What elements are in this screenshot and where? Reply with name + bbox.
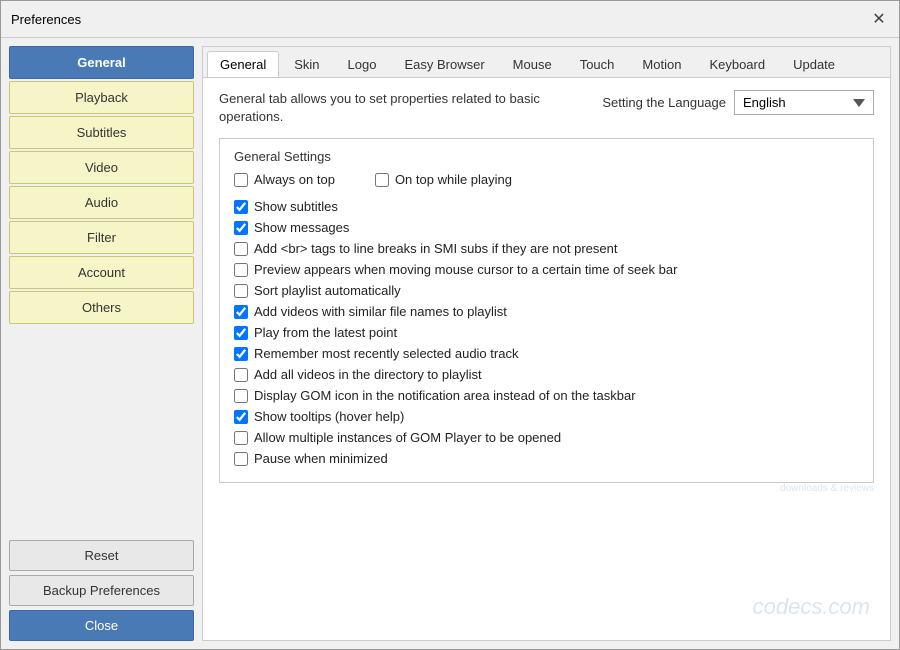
add-videos-similar-label: Add videos with similar file names to pl… bbox=[254, 304, 507, 319]
tab-bar: General Skin Logo Easy Browser Mouse Tou… bbox=[203, 47, 890, 78]
sidebar-item-audio[interactable]: Audio bbox=[9, 186, 194, 219]
checkbox-add-all-videos[interactable]: Add all videos in the directory to playl… bbox=[234, 367, 859, 382]
settings-group: General Settings Always on top On top wh… bbox=[219, 138, 874, 483]
show-tooltips-checkbox[interactable] bbox=[234, 410, 248, 424]
sidebar-item-playback[interactable]: Playback bbox=[9, 81, 194, 114]
tab-skin[interactable]: Skin bbox=[281, 51, 332, 77]
checkbox-add-videos-similar[interactable]: Add videos with similar file names to pl… bbox=[234, 304, 859, 319]
pause-minimized-label: Pause when minimized bbox=[254, 451, 388, 466]
always-on-top-checkbox[interactable] bbox=[234, 173, 248, 187]
show-subtitles-label: Show subtitles bbox=[254, 199, 338, 214]
allow-multiple-instances-label: Allow multiple instances of GOM Player t… bbox=[254, 430, 561, 445]
checkbox-show-messages[interactable]: Show messages bbox=[234, 220, 859, 235]
display-gom-icon-checkbox[interactable] bbox=[234, 389, 248, 403]
checkbox-display-gom-icon[interactable]: Display GOM icon in the notification are… bbox=[234, 388, 859, 403]
checkbox-add-br-tags[interactable]: Add <br> tags to line breaks in SMI subs… bbox=[234, 241, 859, 256]
tab-keyboard[interactable]: Keyboard bbox=[696, 51, 778, 77]
pause-minimized-checkbox[interactable] bbox=[234, 452, 248, 466]
watermark-sub: downloads & reviews bbox=[219, 483, 874, 494]
tab-motion[interactable]: Motion bbox=[629, 51, 694, 77]
display-gom-icon-label: Display GOM icon in the notification are… bbox=[254, 388, 636, 403]
language-row: Setting the Language English Korean Japa… bbox=[602, 90, 874, 115]
watermark: codecs.com bbox=[753, 594, 870, 620]
sidebar-item-subtitles[interactable]: Subtitles bbox=[9, 116, 194, 149]
on-top-while-playing-label: On top while playing bbox=[395, 172, 512, 187]
remember-audio-track-checkbox[interactable] bbox=[234, 347, 248, 361]
play-latest-point-label: Play from the latest point bbox=[254, 325, 397, 340]
tab-general[interactable]: General bbox=[207, 51, 279, 77]
close-button[interactable]: Close bbox=[9, 610, 194, 641]
sidebar: General Playback Subtitles Video Audio F… bbox=[9, 46, 194, 641]
tab-update[interactable]: Update bbox=[780, 51, 848, 77]
add-all-videos-checkbox[interactable] bbox=[234, 368, 248, 382]
checkbox-allow-multiple-instances[interactable]: Allow multiple instances of GOM Player t… bbox=[234, 430, 859, 445]
sidebar-nav: General Playback Subtitles Video Audio F… bbox=[9, 46, 194, 530]
checkbox-preview-appears[interactable]: Preview appears when moving mouse cursor… bbox=[234, 262, 859, 277]
tab-easy-browser[interactable]: Easy Browser bbox=[391, 51, 497, 77]
title-bar: Preferences ✕ bbox=[1, 1, 899, 38]
checkbox-pause-minimized[interactable]: Pause when minimized bbox=[234, 451, 859, 466]
add-videos-similar-checkbox[interactable] bbox=[234, 305, 248, 319]
panel-header: General tab allows you to set properties… bbox=[219, 90, 874, 126]
sidebar-buttons: Reset Backup Preferences Close bbox=[9, 540, 194, 641]
checkbox-show-tooltips[interactable]: Show tooltips (hover help) bbox=[234, 409, 859, 424]
play-latest-point-checkbox[interactable] bbox=[234, 326, 248, 340]
show-tooltips-label: Show tooltips (hover help) bbox=[254, 409, 404, 424]
show-subtitles-checkbox[interactable] bbox=[234, 200, 248, 214]
backup-preferences-button[interactable]: Backup Preferences bbox=[9, 575, 194, 606]
tab-mouse[interactable]: Mouse bbox=[500, 51, 565, 77]
add-br-tags-checkbox[interactable] bbox=[234, 242, 248, 256]
checkbox-play-latest-point[interactable]: Play from the latest point bbox=[234, 325, 859, 340]
reset-button[interactable]: Reset bbox=[9, 540, 194, 571]
language-label: Setting the Language bbox=[602, 95, 726, 110]
remember-audio-track-label: Remember most recently selected audio tr… bbox=[254, 346, 518, 361]
show-messages-checkbox[interactable] bbox=[234, 221, 248, 235]
sidebar-item-account[interactable]: Account bbox=[9, 256, 194, 289]
window-close-button[interactable]: ✕ bbox=[869, 9, 889, 29]
checkbox-show-subtitles[interactable]: Show subtitles bbox=[234, 199, 859, 214]
checkbox-sort-playlist[interactable]: Sort playlist automatically bbox=[234, 283, 859, 298]
allow-multiple-instances-checkbox[interactable] bbox=[234, 431, 248, 445]
sidebar-item-general[interactable]: General bbox=[9, 46, 194, 79]
show-messages-label: Show messages bbox=[254, 220, 349, 235]
preview-appears-checkbox[interactable] bbox=[234, 263, 248, 277]
preferences-window: Preferences ✕ General Playback Subtitles… bbox=[0, 0, 900, 650]
language-select[interactable]: English Korean Japanese Chinese French G… bbox=[734, 90, 874, 115]
sidebar-item-filter[interactable]: Filter bbox=[9, 221, 194, 254]
window-title: Preferences bbox=[11, 12, 81, 27]
sort-playlist-label: Sort playlist automatically bbox=[254, 283, 401, 298]
sort-playlist-checkbox[interactable] bbox=[234, 284, 248, 298]
main-panel: General Skin Logo Easy Browser Mouse Tou… bbox=[202, 46, 891, 641]
checkbox-always-on-top[interactable]: Always on top bbox=[234, 172, 335, 187]
tab-logo[interactable]: Logo bbox=[335, 51, 390, 77]
tab-touch[interactable]: Touch bbox=[567, 51, 628, 77]
add-br-tags-label: Add <br> tags to line breaks in SMI subs… bbox=[254, 241, 617, 256]
settings-group-title: General Settings bbox=[234, 149, 859, 164]
sidebar-item-video[interactable]: Video bbox=[9, 151, 194, 184]
always-on-top-label: Always on top bbox=[254, 172, 335, 187]
panel-description: General tab allows you to set properties… bbox=[219, 90, 599, 126]
on-top-while-playing-checkbox[interactable] bbox=[375, 173, 389, 187]
add-all-videos-label: Add all videos in the directory to playl… bbox=[254, 367, 482, 382]
checkbox-remember-audio-track[interactable]: Remember most recently selected audio tr… bbox=[234, 346, 859, 361]
panel-body: General tab allows you to set properties… bbox=[203, 78, 890, 640]
row-top: Always on top On top while playing bbox=[234, 172, 859, 193]
sidebar-item-others[interactable]: Others bbox=[9, 291, 194, 324]
checkbox-on-top-while-playing[interactable]: On top while playing bbox=[375, 172, 512, 187]
preview-appears-label: Preview appears when moving mouse cursor… bbox=[254, 262, 677, 277]
main-content: General Playback Subtitles Video Audio F… bbox=[1, 38, 899, 649]
